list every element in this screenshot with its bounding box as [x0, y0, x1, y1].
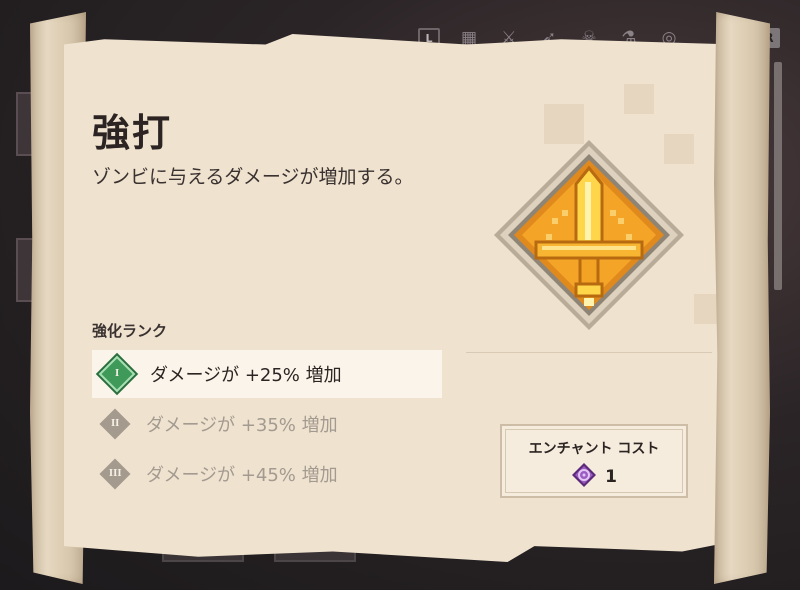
rank-text: ダメージが +25% 増加 — [150, 365, 342, 386]
rank-text: ダメージが +45% 増加 — [146, 465, 338, 486]
scroll-roll-right — [714, 12, 770, 584]
rank-gem-icon: III — [99, 458, 131, 490]
divider — [466, 352, 712, 353]
enchant-cost-value: 1 — [605, 467, 617, 487]
enchant-cost-box: エンチャント コスト 1 — [500, 424, 688, 498]
rank-row-1[interactable]: I ダメージが +25% 増加 — [92, 350, 442, 398]
golden-sword-emblem-icon — [492, 138, 686, 332]
rank-gem-icon: I — [98, 355, 136, 393]
enchant-cost-row: 1 — [502, 462, 686, 492]
rank-row-3[interactable]: III ダメージが +45% 増加 — [92, 450, 442, 498]
enchant-cost-label: エンチャント コスト — [528, 441, 660, 457]
rank-text: ダメージが +35% 増加 — [146, 415, 338, 436]
enchant-title: 強打 — [92, 111, 173, 155]
enchant-point-icon — [571, 462, 597, 492]
rank-row-2[interactable]: II ダメージが +35% 増加 — [92, 400, 442, 448]
enchant-description: ゾンビに与えるダメージが増加する。 — [92, 166, 414, 188]
rank-gem-icon: II — [99, 408, 131, 440]
scrollbar[interactable] — [774, 62, 782, 290]
rank-heading: 強化ランク — [92, 322, 168, 340]
